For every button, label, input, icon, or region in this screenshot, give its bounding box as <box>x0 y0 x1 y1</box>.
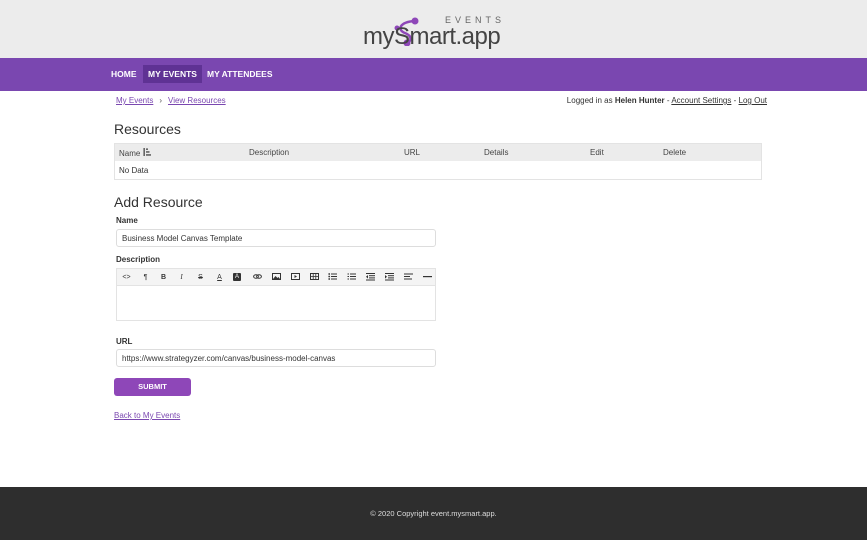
nav-my-events[interactable]: MY EVENTS <box>143 65 202 83</box>
background-color-icon[interactable]: A <box>233 273 241 281</box>
column-header-description[interactable]: Description <box>249 148 289 157</box>
description-label: Description <box>116 255 161 264</box>
code-view-icon[interactable]: <> <box>121 272 132 283</box>
table-row: No Data <box>115 161 761 179</box>
url-input[interactable] <box>116 349 436 367</box>
nav-my-attendees[interactable]: MY ATTENDEES <box>202 65 278 83</box>
back-to-my-events-link[interactable]: Back to My Events <box>114 411 180 420</box>
video-icon[interactable] <box>290 272 301 283</box>
session-info: Logged in as Helen Hunter - Account Sett… <box>567 96 767 105</box>
column-header-url[interactable]: URL <box>404 148 420 157</box>
outdent-icon[interactable] <box>365 272 376 283</box>
resources-table: Name Description URL Details Edit Delete… <box>114 143 762 180</box>
empty-state-text: No Data <box>119 166 149 175</box>
editor-toolbar: <> ¶ B I S A A <box>117 269 435 286</box>
breadcrumb-separator: › <box>159 96 163 105</box>
align-icon[interactable] <box>403 272 414 283</box>
nav-home[interactable]: HOME <box>106 65 142 83</box>
user-name: Helen Hunter <box>614 96 665 105</box>
breadcrumb-my-events[interactable]: My Events <box>116 96 153 105</box>
site-header: EVENTS mySmart.app <box>0 0 867 58</box>
logout-link[interactable]: Log Out <box>739 96 767 105</box>
description-editor: <> ¶ B I S A A <box>116 268 436 321</box>
name-input[interactable] <box>116 229 436 247</box>
separator-dash: - <box>666 96 670 105</box>
site-footer: © 2020 Copyright event.mysmart.app. <box>0 487 867 540</box>
indent-icon[interactable] <box>384 272 395 283</box>
sort-icon[interactable] <box>143 148 152 157</box>
table-header: Name Description URL Details Edit Delete <box>115 144 761 161</box>
name-label: Name <box>116 216 138 225</box>
breadcrumb: My Events › View Resources <box>116 96 226 105</box>
column-header-edit[interactable]: Edit <box>590 148 604 157</box>
main-nav: HOME MY EVENTS MY ATTENDEES <box>0 58 867 91</box>
logged-in-prefix: Logged in as <box>566 96 613 105</box>
italic-icon[interactable]: I <box>176 272 187 283</box>
paragraph-icon[interactable]: ¶ <box>140 272 151 283</box>
breadcrumb-view-resources[interactable]: View Resources <box>168 96 226 105</box>
link-icon[interactable] <box>252 272 263 283</box>
copyright-text: © 2020 Copyright event.mysmart.app. <box>370 509 497 518</box>
account-settings-link[interactable]: Account Settings <box>671 96 731 105</box>
horizontal-rule-icon[interactable] <box>422 272 433 283</box>
column-header-details[interactable]: Details <box>484 148 508 157</box>
description-textarea[interactable] <box>117 286 435 321</box>
bold-icon[interactable]: B <box>158 272 169 283</box>
separator-dash: - <box>733 96 737 105</box>
add-resource-heading: Add Resource <box>114 194 203 210</box>
table-icon[interactable] <box>309 272 320 283</box>
column-header-delete[interactable]: Delete <box>663 148 686 157</box>
url-label: URL <box>116 337 133 346</box>
numbered-list-icon[interactable] <box>346 272 357 283</box>
font-color-icon[interactable]: A <box>214 272 225 283</box>
resources-heading: Resources <box>114 121 181 137</box>
submit-button[interactable]: SUBMIT <box>114 378 191 396</box>
image-icon[interactable] <box>271 272 282 283</box>
strikethrough-icon[interactable]: S <box>195 272 206 283</box>
column-header-name[interactable]: Name <box>119 148 152 158</box>
logo-text: mySmart.app <box>363 23 501 50</box>
bullet-list-icon[interactable] <box>327 272 338 283</box>
site-logo[interactable]: EVENTS mySmart.app <box>363 10 513 50</box>
